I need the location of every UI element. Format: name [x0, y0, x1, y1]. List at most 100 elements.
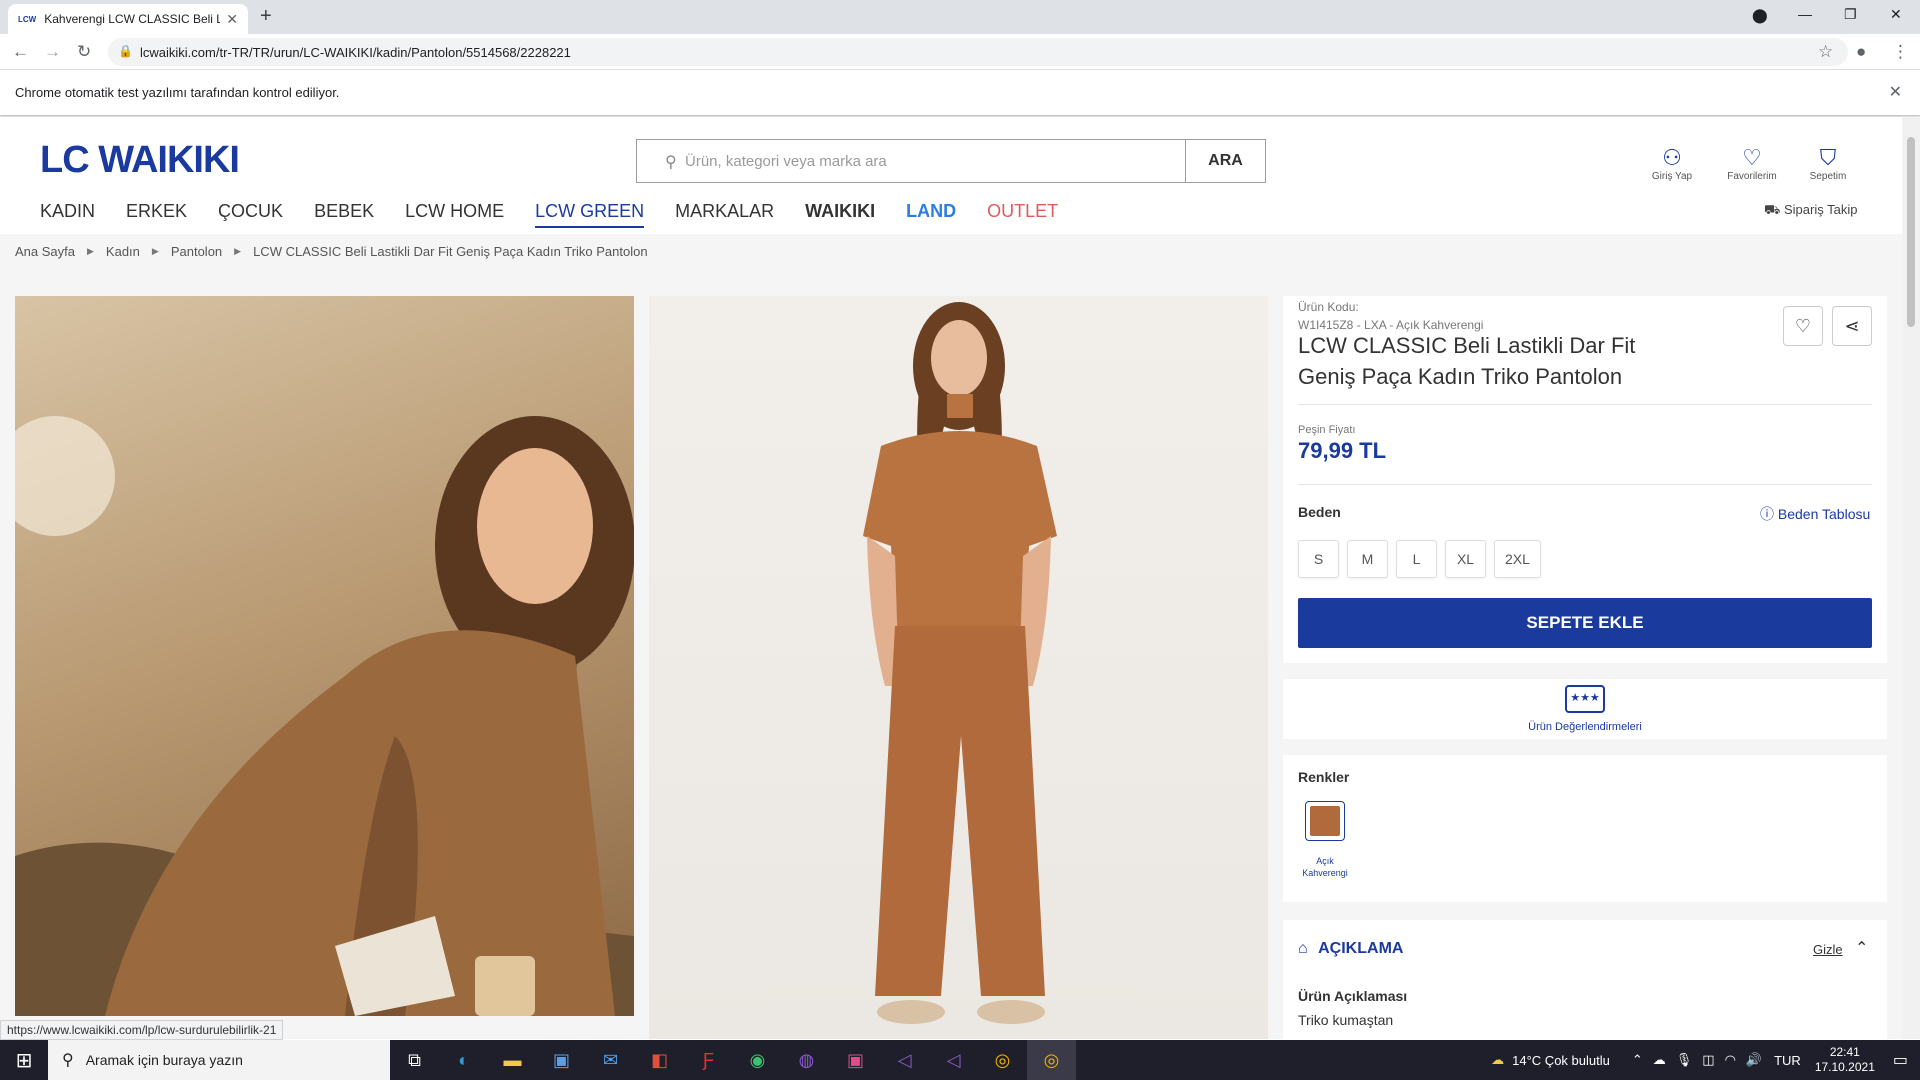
- file-explorer-icon[interactable]: ▬: [488, 1040, 537, 1080]
- task-view-icon[interactable]: ⧉: [390, 1040, 439, 1080]
- search-icon: ⚲: [665, 154, 677, 171]
- store-icon[interactable]: ▣: [537, 1040, 586, 1080]
- description-header[interactable]: ⌂ AÇIKLAMA: [1298, 940, 1403, 958]
- tab-close-icon[interactable]: ✕: [226, 11, 238, 28]
- account-icon[interactable]: ●: [1856, 42, 1866, 62]
- swatch-fill: [1310, 806, 1340, 836]
- site-logo[interactable]: LC WAIKIKI: [40, 139, 240, 182]
- browser-tab[interactable]: LCW Kahverengi LCW CLASSIC Beli La ✕: [8, 4, 248, 34]
- product-image-lifestyle[interactable]: [15, 296, 634, 1016]
- size-option-2xl[interactable]: 2XL: [1494, 540, 1541, 578]
- visual-studio-icon[interactable]: ◁: [929, 1040, 978, 1080]
- browser-menu-icon[interactable]: ⋮: [1892, 42, 1909, 62]
- color-swatch-light-brown[interactable]: [1305, 801, 1345, 841]
- office-icon[interactable]: ◧: [635, 1040, 684, 1080]
- back-icon[interactable]: ←: [12, 42, 29, 62]
- search-input[interactable]: [663, 152, 1185, 170]
- bookmark-star-icon[interactable]: ☆: [1818, 42, 1833, 62]
- size-option-m[interactable]: M: [1347, 540, 1388, 578]
- favorites-link[interactable]: ♡ Favorilerim: [1722, 145, 1782, 182]
- nav-item-lcw-home[interactable]: LCW HOME: [405, 201, 504, 228]
- breadcrumb-separator-icon: ▶: [151, 246, 159, 256]
- taskbar-search[interactable]: ⚲ Aramak için buraya yazın: [48, 1040, 390, 1080]
- edge-icon[interactable]: ◐: [439, 1040, 488, 1080]
- add-favorite-button[interactable]: ♡: [1783, 306, 1823, 346]
- reload-icon[interactable]: ↻: [77, 42, 91, 62]
- jetbrains-icon[interactable]: ▣: [831, 1040, 880, 1080]
- breadcrumb-pantolon[interactable]: Pantolon: [171, 244, 222, 259]
- minimize-icon[interactable]: —: [1798, 6, 1812, 22]
- notifications-icon[interactable]: ▭: [1893, 1050, 1908, 1070]
- nav-item-erkek[interactable]: ERKEK: [126, 201, 187, 228]
- description-card: ⌂ AÇIKLAMA Gizle ⌃ Ürün Açıklaması Triko…: [1283, 920, 1887, 1040]
- breadcrumb-home[interactable]: Ana Sayfa: [15, 244, 75, 259]
- add-to-cart-button[interactable]: SEPETE EKLE: [1298, 598, 1872, 648]
- clock-date: 17.10.2021: [1814, 1060, 1875, 1074]
- nav-item-waikikiland[interactable]: WAIKIKI LAND: [805, 201, 956, 228]
- nav-item-markalar[interactable]: MARKALAR: [675, 201, 774, 228]
- breadcrumb-current: LCW CLASSIC Beli Lastikli Dar Fit Geniş …: [253, 244, 648, 259]
- wifi-icon[interactable]: ◠: [1725, 1052, 1736, 1068]
- search-button[interactable]: ARA: [1185, 140, 1265, 182]
- mail-icon[interactable]: ✉: [586, 1040, 635, 1080]
- login-link[interactable]: ⚇ Giriş Yap: [1642, 145, 1702, 182]
- nav-item-kadin[interactable]: KADIN: [40, 201, 95, 228]
- nav-item-lcw-green[interactable]: LCW GREEN: [535, 201, 645, 228]
- cart-link[interactable]: ⛉ Sepetim: [1798, 145, 1858, 182]
- shopping-bag-icon: ⛉: [1819, 145, 1837, 170]
- forward-icon[interactable]: →: [44, 42, 61, 62]
- mic-icon[interactable]: 🎙: [1676, 1052, 1693, 1068]
- windows-taskbar: ⊞ ⚲ Aramak için buraya yazın ⧉ ◐ ▬ ▣ ✉ ◧…: [0, 1040, 1920, 1080]
- product-info-card: Ürün Kodu: W1I415Z8 - LXA - Açık Kahvere…: [1283, 296, 1887, 663]
- order-track-link[interactable]: ⛟ Sipariş Takip: [1764, 202, 1857, 220]
- info-icon: ⓘ: [1760, 506, 1774, 522]
- size-option-xl[interactable]: XL: [1445, 540, 1486, 578]
- scrollbar-thumb[interactable]: [1907, 137, 1915, 327]
- product-page: Ana Sayfa ▶ Kadın ▶ Pantolon ▶ LCW CLASS…: [0, 234, 1902, 1040]
- weather-text[interactable]: 14°C Çok bulutlu: [1512, 1053, 1610, 1068]
- onedrive-icon[interactable]: ☁: [1653, 1052, 1666, 1068]
- description-heading: Ürün Açıklaması: [1298, 988, 1408, 1004]
- app-icon[interactable]: ◍: [782, 1040, 831, 1080]
- product-image-studio[interactable]: [649, 296, 1268, 1039]
- nav-item-outlet[interactable]: OUTLET: [987, 201, 1058, 228]
- nav-item-cocuk[interactable]: ÇOCUK: [218, 201, 283, 228]
- url-field[interactable]: 🔒 lcwaikiki.com/tr-TR/TR/urun/LC-WAIKIKI…: [108, 38, 1848, 66]
- infobar-close-icon[interactable]: ✕: [1889, 82, 1902, 102]
- filezilla-icon[interactable]: Ƒ: [684, 1040, 733, 1080]
- chrome-active-icon[interactable]: ◎: [1027, 1040, 1076, 1080]
- network-icon[interactable]: ◫: [1702, 1052, 1714, 1068]
- hide-description-link[interactable]: Gizle: [1813, 942, 1843, 957]
- page-scrollbar[interactable]: [1902, 117, 1920, 1039]
- windows-start-icon[interactable]: ⊞: [0, 1040, 48, 1080]
- app-icon[interactable]: ◉: [733, 1040, 782, 1080]
- new-tab-icon[interactable]: +: [260, 5, 272, 28]
- chrome-icon[interactable]: ◎: [978, 1040, 1027, 1080]
- truck-icon: ⛟: [1764, 202, 1781, 217]
- breadcrumb-kadin[interactable]: Kadın: [106, 244, 140, 259]
- size-option-s[interactable]: S: [1298, 540, 1339, 578]
- tray-chevron-icon[interactable]: ⌃: [1632, 1052, 1643, 1068]
- profile-menu-icon[interactable]: ⬤: [1752, 7, 1768, 24]
- maximize-icon[interactable]: ❐: [1844, 6, 1857, 23]
- heart-icon: ♡: [1742, 145, 1762, 170]
- reviews-card[interactable]: ★★★ Ürün Değerlendirmeleri: [1283, 679, 1887, 739]
- language-indicator[interactable]: TUR: [1774, 1053, 1801, 1068]
- lifestyle-photo-illustration: [15, 416, 634, 1016]
- clock[interactable]: 22:41 17.10.2021: [1815, 1045, 1875, 1075]
- volume-icon[interactable]: 🔊: [1746, 1052, 1762, 1068]
- automation-infobar: Chrome otomatik test yazılımı tarafından…: [0, 70, 1920, 116]
- color-name: Açık Kahverengi: [1302, 856, 1348, 878]
- status-url: https://www.lcwaikiki.com/lp/lcw-surduru…: [0, 1020, 284, 1040]
- close-window-icon[interactable]: ✕: [1890, 6, 1902, 23]
- visual-studio-code-icon[interactable]: ◁: [880, 1040, 929, 1080]
- size-option-l[interactable]: L: [1396, 540, 1437, 578]
- chevron-up-icon[interactable]: ⌃: [1855, 938, 1868, 958]
- breadcrumb: Ana Sayfa ▶ Kadın ▶ Pantolon ▶ LCW CLASS…: [15, 244, 648, 259]
- share-button[interactable]: ⋖: [1832, 306, 1872, 346]
- size-table-link[interactable]: ⓘ Beden Tablosu: [1760, 504, 1870, 524]
- user-icon: ⚇: [1662, 145, 1682, 170]
- automation-notice: Chrome otomatik test yazılımı tarafından…: [15, 85, 340, 100]
- nav-item-bebek[interactable]: BEBEK: [314, 201, 374, 228]
- tab-favicon: LCW: [18, 14, 37, 24]
